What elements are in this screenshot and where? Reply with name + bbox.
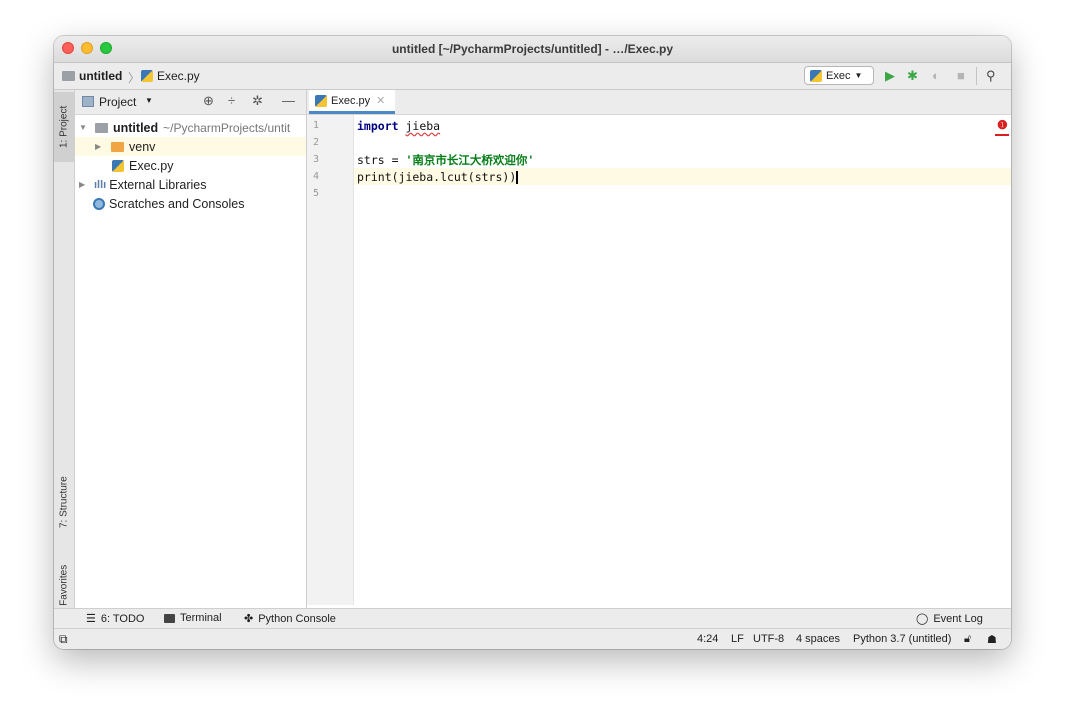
file-encoding[interactable]: UTF-8 — [753, 633, 784, 645]
tool-window-todo[interactable]: ☰ 6: TODO — [86, 612, 145, 626]
chevron-down-icon[interactable]: ▼ — [145, 96, 153, 105]
lock-icon[interactable]: 🔓︎ — [964, 633, 971, 646]
terminal-icon — [164, 613, 175, 623]
toggle-tool-windows-icon[interactable]: ⧉ — [59, 632, 68, 647]
keyword-import: import — [357, 119, 399, 133]
error-indicator-icon[interactable]: ❶ — [997, 118, 1008, 132]
project-tool-label: 1: Project — [58, 105, 70, 149]
tab-project-tool[interactable]: 1: Project — [54, 92, 74, 162]
stop-icon[interactable]: ■ — [957, 68, 965, 83]
folder-icon — [95, 122, 108, 133]
tree-item-path: ~/PycharmProjects/untit — [163, 120, 291, 135]
caret-position[interactable]: 4:24 — [697, 633, 718, 645]
python-icon: ✤ — [244, 613, 254, 625]
line-number: 1 — [313, 120, 320, 131]
assignment-text: strs = — [357, 153, 406, 167]
search-icon[interactable]: ⚲ — [986, 68, 996, 84]
project-panel-header: Project ▼ ⊕ ÷ ✲ — — [75, 90, 306, 115]
code-line-1[interactable]: import jieba — [357, 118, 440, 135]
window-title: untitled [~/PycharmProjects/untitled] - … — [391, 42, 674, 56]
close-tab-icon[interactable]: ✕ — [376, 94, 385, 107]
run-config-label: Exec — [826, 69, 851, 82]
tool-window-python-console[interactable]: ✤ Python Console — [244, 612, 336, 626]
toolbar-divider — [976, 67, 977, 85]
python-interpreter[interactable]: Python 3.7 (untitled) — [853, 633, 951, 645]
editor-tab-bar: Exec.py ✕ — [307, 90, 1011, 115]
chevron-down-icon[interactable]: ▼ — [79, 123, 91, 132]
tree-item-label: Exec.py — [129, 158, 174, 173]
collapse-all-icon[interactable]: ÷ — [228, 93, 235, 108]
project-view-label[interactable]: Project — [99, 95, 136, 109]
project-view-icon — [82, 96, 94, 107]
tree-item-label: External Libraries — [109, 177, 207, 192]
python-file-icon — [141, 70, 153, 82]
tree-item-venv[interactable]: ▶ venv — [75, 137, 306, 156]
breadcrumb-project-label: untitled — [79, 69, 123, 83]
python-file-icon — [315, 94, 327, 107]
gear-icon[interactable]: ✲ — [252, 93, 263, 109]
python-file-icon — [112, 159, 124, 172]
scratches-icon — [93, 197, 105, 210]
structure-tool-label: 7: Structure — [58, 476, 70, 528]
breadcrumb-project[interactable]: untitled — [62, 69, 122, 83]
event-log-icon: ◯ — [916, 613, 929, 625]
tool-window-event-log[interactable]: ◯ Event Log — [916, 612, 983, 626]
hide-icon[interactable]: — — [282, 93, 295, 108]
event-log-label: Event Log — [933, 612, 983, 625]
project-panel: Project ▼ ⊕ ÷ ✲ — ▼ untitled ~/PycharmPr… — [75, 90, 307, 628]
tab-structure-tool[interactable]: 7: Structure — [54, 462, 74, 542]
line-number: 2 — [313, 137, 320, 148]
python-console-label: Python Console — [258, 612, 336, 625]
chevron-right-icon[interactable]: ▶ — [95, 142, 107, 151]
code-line-4[interactable]: print(jieba.lcut(strs)) — [357, 169, 519, 186]
line-number: 4 — [313, 171, 320, 182]
chevron-down-icon: ▼ — [854, 71, 863, 80]
print-statement: print(jieba.lcut(strs)) — [357, 170, 517, 184]
indent-setting[interactable]: 4 spaces — [796, 633, 840, 645]
breadcrumb-file[interactable]: Exec.py — [141, 69, 200, 83]
tree-item-label: venv — [129, 139, 156, 154]
terminal-label: Terminal — [180, 612, 222, 624]
bottom-tool-bar: ☰ 6: TODO Terminal ✤ Python Console ◯ Ev… — [54, 608, 1011, 629]
tool-window-terminal[interactable]: Terminal — [164, 612, 222, 624]
inspector-icon[interactable]: ☗ — [987, 633, 997, 646]
string-literal: '南京市长江大桥欢迎你' — [405, 153, 535, 167]
coverage-icon[interactable]: ◐ — [932, 68, 940, 83]
ide-window: untitled [~/PycharmProjects/untitled] - … — [54, 36, 1011, 649]
run-icon[interactable]: ▶ — [885, 68, 895, 84]
breadcrumb-file-label: Exec.py — [157, 69, 200, 83]
debug-icon[interactable]: ✱ — [907, 68, 918, 84]
text-cursor — [516, 171, 519, 184]
python-icon — [810, 69, 822, 82]
error-stripe-mark[interactable] — [995, 134, 1009, 136]
line-number: 5 — [313, 188, 320, 199]
chevron-right-icon: 〉 — [128, 71, 141, 85]
tab-exec-py[interactable]: Exec.py ✕ — [309, 90, 395, 114]
chevron-right-icon[interactable]: ▶ — [79, 180, 91, 189]
line-separator[interactable]: LF — [731, 633, 744, 645]
tree-item-label: Scratches and Consoles — [109, 196, 245, 211]
line-number-gutter: 1 2 3 4 5 — [307, 115, 354, 605]
left-tool-strip: 1: Project 7: Structure 2: Favorites — [54, 90, 75, 628]
tree-item-scratches[interactable]: Scratches and Consoles — [75, 194, 306, 213]
folder-icon — [62, 71, 75, 81]
library-icon: ıllı — [94, 178, 107, 191]
folder-icon — [111, 141, 124, 152]
tree-item-external-libraries[interactable]: ▶ ıllı External Libraries — [75, 175, 306, 194]
module-name: jieba — [405, 119, 441, 133]
tree-item-untitled[interactable]: ▼ untitled ~/PycharmProjects/untit — [75, 118, 306, 137]
run-config-dropdown[interactable]: Exec ▼ — [804, 66, 874, 85]
locate-icon[interactable]: ⊕ — [203, 93, 214, 109]
status-bar: ⧉ 4:24 LF UTF-8 4 spaces Python 3.7 (unt… — [54, 628, 1011, 649]
todo-label: 6: TODO — [100, 612, 145, 625]
list-icon: ☰ — [86, 613, 96, 625]
tree-item-exec-py[interactable]: Exec.py — [75, 156, 306, 175]
navigation-bar: untitled 〉 Exec.py Exec ▼ ▶ ✱ ◐ ■ ⚲ — [54, 63, 1011, 90]
line-number: 3 — [313, 154, 320, 165]
tree-item-label: untitled — [113, 120, 159, 135]
title-bar: untitled [~/PycharmProjects/untitled] - … — [54, 36, 1011, 63]
editor-area: Exec.py ✕ 1 2 3 4 5 import jieba strs = … — [307, 90, 1011, 628]
code-line-3[interactable]: strs = '南京市长江大桥欢迎你' — [357, 152, 534, 169]
tab-label: Exec.py — [331, 94, 371, 107]
